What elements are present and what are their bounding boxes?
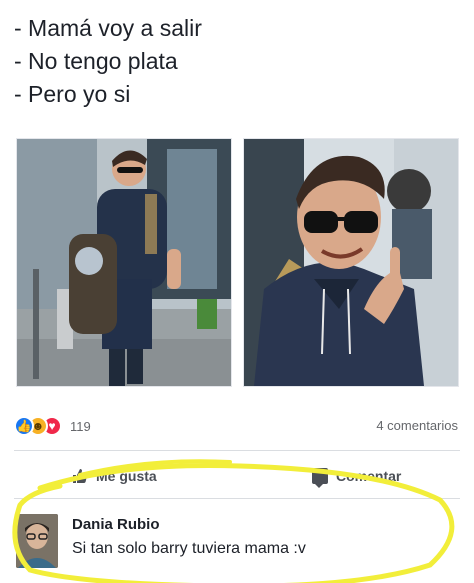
post-photo-left[interactable]	[16, 138, 232, 387]
reaction-count: 119	[70, 418, 91, 434]
like-reaction-icon: 👍	[14, 416, 34, 436]
comment-text: Si tan solo barry tuviera mama :v	[72, 540, 306, 557]
post-line-2: - No tengo plata	[14, 48, 178, 74]
post-photo-right[interactable]	[243, 138, 459, 387]
avatar-image	[16, 514, 58, 568]
comment-item: Dania Rubio Si tan solo barry tuviera ma…	[16, 508, 456, 572]
comment-icon	[312, 468, 328, 488]
comment-button-label: Comentar	[336, 468, 402, 484]
divider	[14, 450, 460, 451]
like-button[interactable]: Me gusta	[72, 462, 157, 490]
comment-count-link[interactable]: 4 comentarios	[376, 418, 458, 433]
like-button-label: Me gusta	[96, 468, 157, 484]
post-text: - Mamá voy a salir - No tengo plata - Pe…	[14, 12, 454, 111]
comment-button[interactable]: Comentar	[312, 462, 401, 490]
comment-author[interactable]: Dania Rubio	[72, 516, 160, 533]
avatar[interactable]	[16, 514, 58, 568]
reactions-bar[interactable]: 👍 ☻ ♥ 119	[14, 414, 91, 438]
photo-man-pointing	[244, 139, 458, 386]
photo-man-walking	[17, 139, 231, 386]
divider	[14, 498, 460, 499]
thumbs-up-icon	[73, 469, 88, 483]
post-line-3: - Pero yo si	[14, 81, 131, 107]
post-line-1: - Mamá voy a salir	[14, 15, 202, 41]
